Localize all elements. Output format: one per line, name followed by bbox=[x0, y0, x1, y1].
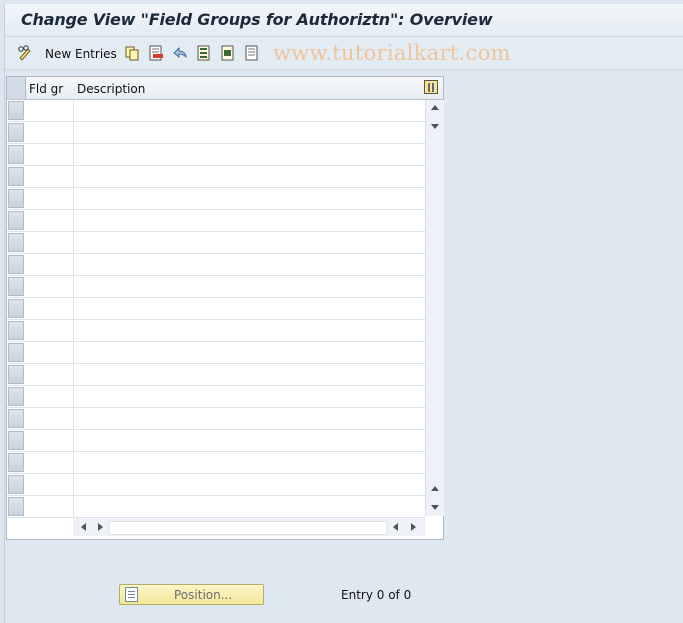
scroll-left-end-icon[interactable] bbox=[393, 523, 398, 531]
column-header-fld-gr[interactable]: Fld gr bbox=[29, 82, 63, 96]
fld-gr-cell[interactable] bbox=[25, 144, 74, 165]
fld-gr-cell[interactable] bbox=[25, 254, 74, 275]
fld-gr-cell[interactable] bbox=[25, 386, 74, 407]
page-title: Change View "Field Groups for Authoriztn… bbox=[21, 10, 493, 29]
table-row bbox=[7, 408, 425, 430]
fld-gr-cell[interactable] bbox=[25, 210, 74, 231]
table-row bbox=[7, 144, 425, 166]
scroll-left-icon[interactable] bbox=[81, 523, 86, 531]
row-selector[interactable] bbox=[8, 365, 24, 384]
row-selector[interactable] bbox=[8, 123, 24, 142]
table-row bbox=[7, 166, 425, 188]
table-row bbox=[7, 496, 425, 518]
fld-gr-cell[interactable] bbox=[25, 232, 74, 253]
row-selector[interactable] bbox=[8, 497, 24, 516]
position-icon bbox=[125, 587, 138, 602]
fld-gr-cell[interactable] bbox=[25, 496, 74, 517]
table-row bbox=[7, 364, 425, 386]
table-row bbox=[7, 122, 425, 144]
table-row bbox=[7, 342, 425, 364]
table-row bbox=[7, 320, 425, 342]
vertical-scrollbar[interactable] bbox=[425, 100, 444, 516]
scroll-right-end-icon[interactable] bbox=[411, 523, 416, 531]
fld-gr-cell[interactable] bbox=[25, 276, 74, 297]
row-selector[interactable] bbox=[8, 387, 24, 406]
row-selector[interactable] bbox=[8, 189, 24, 208]
table-row bbox=[7, 232, 425, 254]
copy-icon[interactable] bbox=[124, 45, 140, 61]
table-row bbox=[7, 100, 425, 122]
fld-gr-cell[interactable] bbox=[25, 452, 74, 473]
table-control: Fld gr Description bbox=[6, 76, 444, 540]
delete-icon[interactable] bbox=[148, 45, 164, 61]
row-selector[interactable] bbox=[8, 167, 24, 186]
horizontal-scrollbar[interactable] bbox=[73, 518, 425, 536]
page-down-icon[interactable] bbox=[431, 124, 439, 129]
table-row bbox=[7, 474, 425, 496]
select-all-rows-cell[interactable] bbox=[7, 77, 26, 99]
fld-gr-cell[interactable] bbox=[25, 430, 74, 451]
row-selector[interactable] bbox=[8, 343, 24, 362]
fld-gr-cell[interactable] bbox=[25, 364, 74, 385]
table-row bbox=[7, 386, 425, 408]
row-selector[interactable] bbox=[8, 299, 24, 318]
fld-gr-cell[interactable] bbox=[25, 320, 74, 341]
row-selector[interactable] bbox=[8, 277, 24, 296]
position-button[interactable]: Position... bbox=[119, 584, 264, 605]
scroll-up-icon[interactable] bbox=[431, 105, 439, 110]
fld-gr-cell[interactable] bbox=[25, 100, 74, 121]
row-selector[interactable] bbox=[8, 145, 24, 164]
title-bar: Change View "Field Groups for Authoriztn… bbox=[5, 4, 683, 37]
application-toolbar: New Entries www.tutorialkart.com bbox=[5, 37, 683, 70]
table-row bbox=[7, 188, 425, 210]
row-selector[interactable] bbox=[8, 233, 24, 252]
entry-count: Entry 0 of 0 bbox=[341, 588, 412, 602]
table-settings-icon[interactable] bbox=[424, 80, 438, 94]
row-selector[interactable] bbox=[8, 453, 24, 472]
window: Change View "Field Groups for Authoriztn… bbox=[4, 4, 683, 623]
new-entries-button[interactable]: New Entries bbox=[45, 47, 117, 61]
scroll-track[interactable] bbox=[109, 521, 387, 535]
row-selector[interactable] bbox=[8, 431, 24, 450]
select-block-icon[interactable] bbox=[220, 45, 236, 61]
table-row bbox=[7, 452, 425, 474]
row-selector[interactable] bbox=[8, 255, 24, 274]
column-header-description[interactable]: Description bbox=[77, 82, 145, 96]
table-header: Fld gr Description bbox=[7, 77, 443, 100]
fld-gr-cell[interactable] bbox=[25, 122, 74, 143]
fld-gr-cell[interactable] bbox=[25, 408, 74, 429]
undo-icon[interactable] bbox=[172, 45, 188, 61]
table-row bbox=[7, 254, 425, 276]
select-all-icon[interactable] bbox=[196, 45, 212, 61]
row-selector[interactable] bbox=[8, 409, 24, 428]
watermark-text: www.tutorialkart.com bbox=[273, 41, 511, 65]
position-button-label: Position... bbox=[174, 588, 233, 602]
row-selector[interactable] bbox=[8, 101, 24, 120]
table-row bbox=[7, 430, 425, 452]
fld-gr-cell[interactable] bbox=[25, 166, 74, 187]
deselect-all-icon[interactable] bbox=[244, 45, 260, 61]
table-row bbox=[7, 210, 425, 232]
table-row bbox=[7, 298, 425, 320]
fld-gr-cell[interactable] bbox=[25, 342, 74, 363]
scroll-right-icon[interactable] bbox=[98, 523, 103, 531]
fld-gr-cell[interactable] bbox=[25, 298, 74, 319]
fld-gr-cell[interactable] bbox=[25, 188, 74, 209]
scroll-down-icon[interactable] bbox=[431, 505, 439, 510]
row-selector[interactable] bbox=[8, 321, 24, 340]
row-selector[interactable] bbox=[8, 475, 24, 494]
table-rows bbox=[7, 100, 425, 518]
table-row bbox=[7, 276, 425, 298]
row-selector[interactable] bbox=[8, 211, 24, 230]
fld-gr-cell[interactable] bbox=[25, 474, 74, 495]
page-up-icon[interactable] bbox=[431, 486, 439, 491]
pencil-glasses-icon[interactable] bbox=[17, 45, 33, 61]
